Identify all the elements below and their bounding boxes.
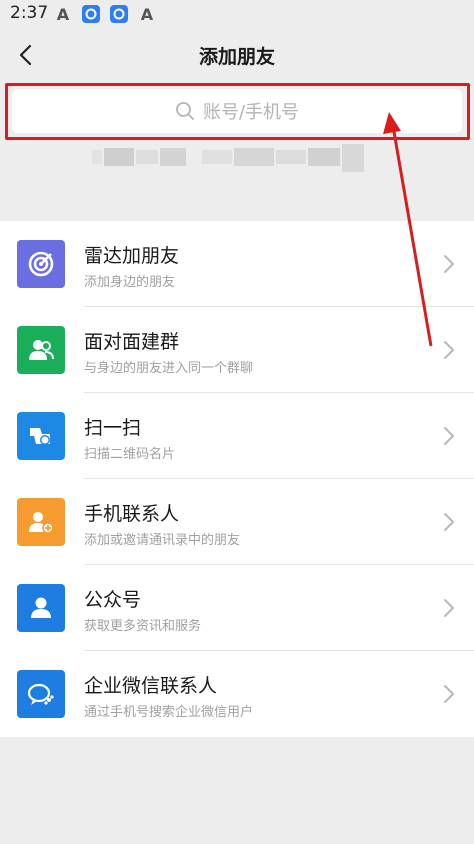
list-item-official-accounts[interactable]: 公众号 获取更多资讯和服务 — [0, 565, 474, 651]
list-item-face-to-face-group[interactable]: 面对面建群 与身边的朋友进入同一个群聊 — [0, 307, 474, 393]
item-subtitle: 添加或邀请通讯录中的朋友 — [84, 533, 241, 548]
app-notification-icon-2 — [110, 5, 128, 23]
status-time: 2:37 — [10, 3, 49, 23]
item-label: 企业微信联系人 — [84, 675, 218, 697]
add-friend-options-list: 雷达加朋友 添加身边的朋友 面对面建群 与身边的朋友进入同一个群聊 扫一扫 扫描… — [0, 221, 474, 737]
item-subtitle: 添加身边的朋友 — [84, 275, 176, 290]
chevron-right-icon — [444, 427, 454, 445]
item-subtitle: 获取更多资讯和服务 — [84, 619, 202, 634]
enterprise-wechat-icon — [17, 670, 65, 718]
item-subtitle: 扫描二维码名片 — [84, 447, 176, 462]
chevron-right-icon — [444, 599, 454, 617]
add-friend-page: 2:37 A A 添加朋友 账号/手机号 雷达加朋友 添加身边的朋友 面对面建群… — [0, 0, 474, 844]
radar-icon — [17, 240, 65, 288]
my-account-id-blurred — [92, 144, 364, 172]
list-item-scan[interactable]: 扫一扫 扫描二维码名片 — [0, 393, 474, 479]
notification-a-icon: A — [56, 4, 70, 24]
item-label: 雷达加朋友 — [84, 245, 180, 267]
phone-contact-icon — [17, 498, 65, 546]
chevron-right-icon — [444, 513, 454, 531]
chevron-right-icon — [444, 685, 454, 703]
chevron-right-icon — [444, 255, 454, 273]
annotation-highlight-box — [5, 83, 470, 140]
item-label: 面对面建群 — [84, 331, 180, 353]
list-item-radar[interactable]: 雷达加朋友 添加身边的朋友 — [0, 221, 474, 307]
item-subtitle: 通过手机号搜索企业微信用户 — [84, 705, 254, 720]
scan-icon — [17, 412, 65, 460]
status-bar: 2:37 A A — [0, 0, 474, 28]
notification-a-icon-2: A — [140, 4, 154, 24]
list-item-phone-contacts[interactable]: 手机联系人 添加或邀请通讯录中的朋友 — [0, 479, 474, 565]
status-icons: A A — [54, 4, 156, 24]
official-account-icon — [17, 584, 65, 632]
group-icon — [17, 326, 65, 374]
item-label: 手机联系人 — [84, 503, 180, 525]
item-label: 公众号 — [84, 589, 142, 611]
list-item-enterprise-wechat[interactable]: 企业微信联系人 通过手机号搜索企业微信用户 — [0, 651, 474, 737]
item-label: 扫一扫 — [84, 417, 142, 439]
nav-header: 添加朋友 — [0, 30, 474, 80]
app-notification-icon — [82, 5, 100, 23]
item-subtitle: 与身边的朋友进入同一个群聊 — [84, 361, 254, 376]
page-title: 添加朋友 — [198, 46, 275, 68]
chevron-right-icon — [444, 341, 454, 359]
